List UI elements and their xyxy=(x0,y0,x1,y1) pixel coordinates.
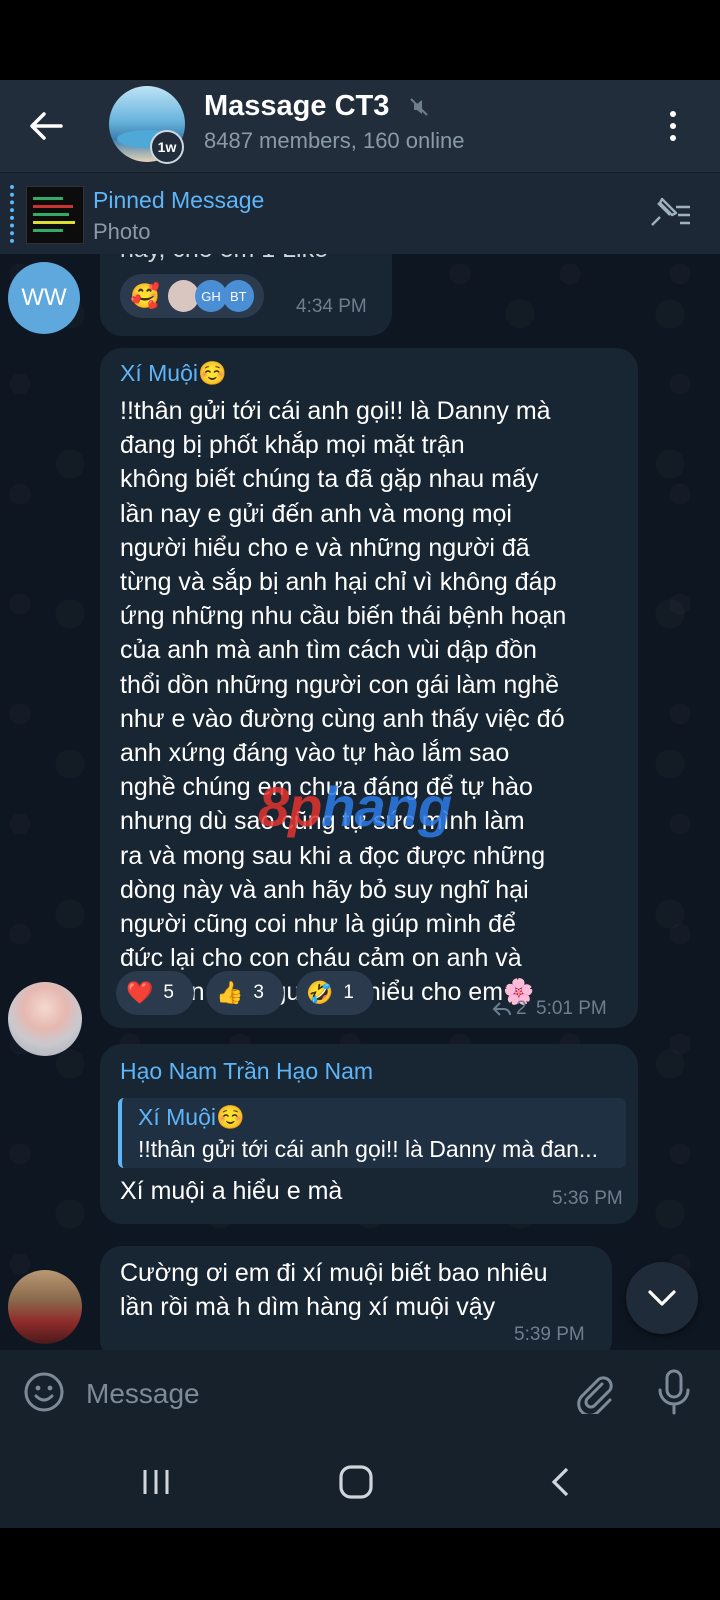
status-bar xyxy=(0,0,720,80)
voice-message-button[interactable] xyxy=(656,1368,692,1421)
more-options-button[interactable] xyxy=(660,102,686,150)
reply-arrow-icon xyxy=(492,1002,511,1016)
member-count: 8487 members, 160 online xyxy=(204,128,465,153)
avatar[interactable] xyxy=(8,982,82,1056)
chevron-left-icon xyxy=(551,1467,569,1497)
reaction-laugh[interactable]: 🤣 1 xyxy=(296,971,374,1015)
home-button[interactable] xyxy=(326,1460,386,1504)
heart-icon: ❤️ xyxy=(126,980,154,1005)
message-bubble[interactable]: Cường ơi em đi xí muội biết bao nhiêu lầ… xyxy=(100,1246,612,1350)
watermark-logo: 8phang xyxy=(258,775,452,838)
reactor-avatar: BT xyxy=(222,280,255,312)
pin-list-icon[interactable] xyxy=(648,195,694,236)
avatar[interactable]: WW xyxy=(8,262,80,334)
pinned-subtitle: Photo xyxy=(93,219,151,244)
quote-sender: Xí Muội☺️ xyxy=(138,1104,245,1130)
arrow-left-icon xyxy=(30,112,63,140)
thumbs-up-icon: 👍 xyxy=(216,980,244,1005)
message-time: 5:36 PM xyxy=(552,1188,623,1209)
bottom-bar xyxy=(0,1528,720,1600)
pinned-title: Pinned Message xyxy=(93,187,265,213)
reaction-pill[interactable]: 🥰 GH BT xyxy=(120,274,264,318)
pinned-indicator xyxy=(10,185,18,243)
scroll-down-button[interactable] xyxy=(626,1262,698,1334)
reactor-avatar: GH xyxy=(195,280,227,312)
pinned-thumbnail xyxy=(26,186,84,244)
back-button[interactable] xyxy=(22,102,70,150)
back-nav-button[interactable] xyxy=(530,1460,590,1504)
message-text: Cường ơi em đi xí muội biết bao nhiêu lầ… xyxy=(120,1259,548,1322)
reply-quote[interactable]: Xí Muội☺️ !!thân gửi tới cái anh gọi!! l… xyxy=(118,1098,626,1168)
system-nav-bar xyxy=(0,1436,720,1528)
chat-title[interactable]: Massage CT3 xyxy=(204,90,389,123)
message-time: 5:01 PM xyxy=(536,998,607,1019)
emoji-button[interactable] xyxy=(22,1370,66,1419)
reaction-count: 3 xyxy=(253,982,264,1003)
message-list[interactable]: WW nay, cho em 1 Like 🥰 GH BT 4:34 PM Xí… xyxy=(0,254,720,1350)
sender-name[interactable]: Hạo Nam Trần Hạo Nam xyxy=(120,1058,373,1085)
home-icon xyxy=(339,1465,373,1499)
reaction-count: 1 xyxy=(343,982,354,1003)
laughing-face-icon: 🤣 xyxy=(306,980,334,1005)
story-badge: 1w xyxy=(150,130,184,164)
message-text: nay, cho em 1 Like xyxy=(120,254,328,266)
pinned-message-bar[interactable]: Pinned Message Photo xyxy=(0,172,720,255)
reaction-count: 5 xyxy=(163,982,174,1003)
attach-button[interactable] xyxy=(572,1370,616,1419)
paperclip-icon xyxy=(577,1376,613,1417)
reaction-heart[interactable]: ❤️ 5 xyxy=(116,971,194,1015)
quote-text: !!thân gửi tới cái anh gọi!! là Danny mà… xyxy=(138,1136,599,1162)
recent-apps-button[interactable] xyxy=(126,1460,186,1504)
sender-name[interactable]: Xí Muội☺️ xyxy=(120,360,227,387)
message-bubble[interactable]: Hạo Nam Trần Hạo Nam Xí Muội☺️ !!thân gử… xyxy=(100,1044,638,1224)
message-text: !!thân gửi tới cái anh gọi!! là Danny mà… xyxy=(120,397,567,1007)
reaction-thumbs-up[interactable]: 👍 3 xyxy=(206,971,284,1015)
message-input[interactable] xyxy=(84,1372,528,1416)
smiling-face-hearts-icon: 🥰 xyxy=(130,282,160,310)
message-time: 4:34 PM xyxy=(296,296,367,317)
smiley-icon xyxy=(24,1372,64,1412)
reply-count: 2 xyxy=(516,998,527,1019)
message-text: Xí muội a hiểu e mà xyxy=(120,1177,343,1205)
microphone-icon xyxy=(658,1369,690,1415)
chat-header: 1w Massage CT3 8487 members, 160 online xyxy=(0,80,720,172)
avatar[interactable] xyxy=(8,1270,82,1344)
message-time: 5:39 PM xyxy=(514,1324,585,1345)
recent-apps-icon xyxy=(143,1470,169,1494)
message-bubble[interactable]: Xí Muội☺️ !!thân gửi tới cái anh gọi!! l… xyxy=(100,348,638,1028)
message-bubble[interactable]: nay, cho em 1 Like 🥰 GH BT 4:34 PM xyxy=(100,254,392,336)
muted-icon xyxy=(408,96,430,123)
chevron-down-icon xyxy=(648,1290,676,1306)
message-composer xyxy=(0,1350,720,1436)
reply-counter[interactable]: 2 xyxy=(492,998,527,1020)
